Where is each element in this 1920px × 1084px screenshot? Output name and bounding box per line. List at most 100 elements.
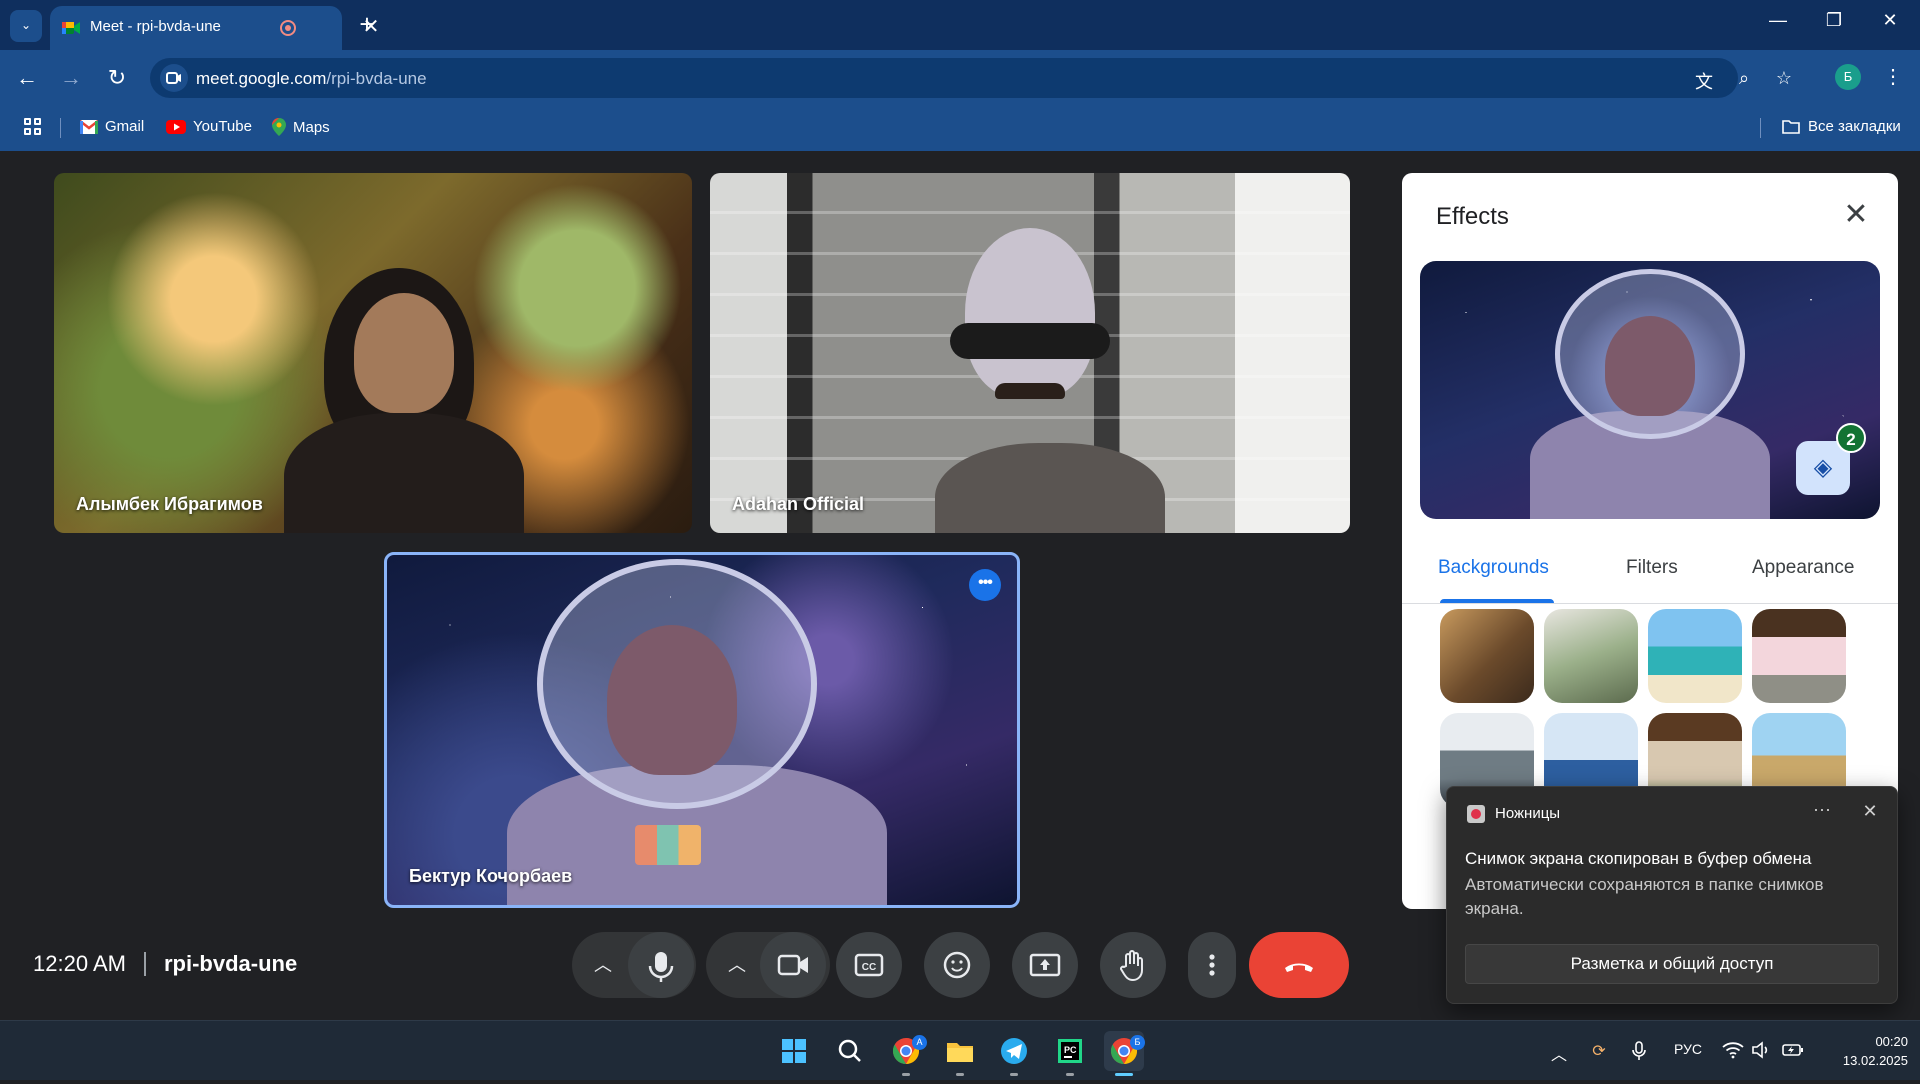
app-running-indicator — [1066, 1073, 1074, 1076]
input-language-indicator[interactable]: РУС — [1668, 1041, 1708, 1057]
more-options-button[interactable] — [1188, 932, 1236, 998]
background-thumbnail[interactable] — [1752, 609, 1846, 703]
end-call-icon — [1285, 963, 1313, 972]
suit-panel — [635, 825, 701, 865]
new-tab-button[interactable]: + — [352, 10, 382, 38]
present-screen-button[interactable] — [1012, 932, 1078, 998]
gmail-icon — [80, 119, 98, 134]
taskbar-telegram[interactable] — [994, 1031, 1034, 1071]
taskbar-file-explorer[interactable] — [940, 1031, 980, 1071]
bookmark-gmail[interactable]: Gmail — [80, 118, 144, 135]
meet-favicon-icon — [62, 22, 80, 34]
back-button[interactable]: ← — [12, 64, 42, 94]
bookmark-youtube[interactable]: YouTube — [166, 118, 252, 135]
bookmark-star-icon[interactable]: ☆ — [1772, 68, 1796, 89]
windows-taskbar: A PC Б ︿ ⟳ РУС 00:20 13.02.2025 — [0, 1020, 1920, 1080]
url-text: meet.google.com/rpi-bvda-une — [196, 69, 427, 89]
layers-count-badge: 2 — [1836, 423, 1866, 453]
chrome-profile-badge: A — [912, 1035, 927, 1050]
zoom-icon[interactable]: ⌕ — [1732, 68, 1756, 89]
battery-icon[interactable] — [1780, 1041, 1806, 1064]
tab-title: Meet - rpi-bvda-une — [90, 18, 221, 35]
tile-more-options-button[interactable]: ••• — [969, 569, 1001, 601]
notification-close-button[interactable]: ✕ — [1859, 801, 1881, 822]
app-running-indicator — [1010, 1073, 1018, 1076]
volume-icon[interactable] — [1750, 1041, 1772, 1064]
leave-call-button[interactable] — [1249, 932, 1349, 998]
meeting-info-divider — [143, 952, 146, 976]
taskbar-pycharm[interactable]: PC — [1050, 1031, 1090, 1071]
notification-heading: Снимок экрана скопирован в буфер обмена — [1465, 849, 1812, 868]
taskbar-chrome-profile-a[interactable]: A — [886, 1031, 927, 1071]
microphone-button[interactable] — [628, 932, 694, 998]
bookmark-maps[interactable]: Maps — [272, 118, 330, 136]
background-thumbnail[interactable] — [1544, 609, 1638, 703]
tab-backgrounds[interactable]: Backgrounds — [1438, 557, 1549, 579]
profile-avatar[interactable]: Б — [1835, 64, 1861, 90]
more-options-icon — [1209, 954, 1215, 976]
participant-name: Бектур Кочорбаев — [409, 866, 573, 886]
tab-filters[interactable]: Filters — [1626, 557, 1678, 579]
captions-button[interactable]: CC — [836, 932, 902, 998]
background-thumbnail[interactable] — [1440, 609, 1534, 703]
site-info-icon[interactable] — [160, 64, 188, 92]
wifi-icon[interactable] — [1720, 1041, 1746, 1064]
captions-icon: CC — [854, 953, 884, 977]
search-icon — [838, 1039, 861, 1062]
background-thumbnail[interactable] — [1648, 609, 1742, 703]
audio-options-chevron-icon[interactable]: ︿ — [588, 950, 618, 980]
svg-text:PC: PC — [1064, 1045, 1077, 1055]
meeting-code[interactable]: rpi-bvda-une — [164, 951, 297, 977]
chrome-profile-badge: Б — [1130, 1035, 1145, 1050]
minimize-button[interactable]: — — [1758, 10, 1798, 31]
video-options-chevron-icon[interactable]: ︿ — [722, 950, 752, 980]
participant-body — [284, 413, 524, 533]
meeting-info: 12:20 AM rpi-bvda-une — [33, 951, 297, 977]
raise-hand-button[interactable] — [1100, 932, 1166, 998]
all-bookmarks-button[interactable]: Все закладки — [1782, 118, 1901, 135]
participant-tile[interactable]: Adahan Official — [710, 173, 1350, 533]
address-bar[interactable]: meet.google.com/rpi-bvda-une 文 ⌕ ☆ — [150, 58, 1792, 98]
close-effects-button[interactable]: ✕ — [1836, 195, 1876, 235]
bookmarks-divider — [60, 118, 61, 138]
search-button[interactable] — [830, 1031, 870, 1071]
bookmark-label: Maps — [293, 118, 330, 136]
browser-tab-meet[interactable]: Meet - rpi-bvda-une ✕ — [50, 6, 379, 50]
reactions-button[interactable] — [924, 932, 990, 998]
telegram-icon — [1001, 1038, 1027, 1064]
window-close-button[interactable]: ✕ — [1870, 10, 1910, 31]
raise-hand-icon — [1120, 950, 1143, 982]
mic-icon — [648, 952, 674, 982]
youtube-icon — [166, 119, 186, 134]
tabs-divider — [1402, 603, 1898, 604]
translate-icon[interactable]: 文 — [1692, 68, 1716, 94]
camera-button[interactable] — [760, 932, 826, 998]
participant-body — [935, 443, 1165, 533]
forward-button[interactable]: → — [56, 64, 86, 94]
browser-menu-icon[interactable]: ⋮ — [1883, 64, 1903, 90]
participant-tile[interactable]: Алымбек Ибрагимов — [54, 173, 692, 533]
sync-icon[interactable]: ⟳ — [1588, 1041, 1610, 1061]
participant-tile-self[interactable]: ••• Бектур Кочорбаев — [384, 552, 1020, 908]
participant-name: Алымбек Ибрагимов — [76, 494, 263, 514]
microphone-tray-icon[interactable] — [1628, 1041, 1650, 1066]
reload-button[interactable]: ↻ — [102, 64, 132, 94]
apps-grid-icon[interactable] — [24, 118, 42, 136]
taskbar-chrome-profile-b[interactable]: Б — [1104, 1031, 1145, 1071]
notification-body: Автоматически сохраняются в папке снимко… — [1465, 875, 1824, 918]
effects-preview: ◈ 2 — [1420, 261, 1880, 519]
recording-indicator-icon — [280, 20, 296, 36]
show-hidden-icons-chevron-icon[interactable]: ︿ — [1548, 1041, 1570, 1065]
restore-button[interactable]: ❐ — [1814, 10, 1854, 31]
pycharm-icon: PC — [1058, 1039, 1082, 1063]
notification-more-button[interactable]: ··· — [1807, 799, 1837, 820]
app-running-indicator — [902, 1073, 910, 1076]
sunglasses-filter — [950, 323, 1110, 359]
markup-and-share-button[interactable]: Разметка и общий доступ — [1465, 944, 1879, 984]
tab-appearance[interactable]: Appearance — [1752, 557, 1854, 579]
start-button[interactable] — [774, 1031, 814, 1071]
system-clock[interactable]: 00:20 13.02.2025 — [1818, 1032, 1908, 1070]
tab-search-button[interactable]: ⌄ — [10, 10, 42, 42]
emoji-icon — [943, 951, 971, 979]
bookmark-label: YouTube — [193, 118, 252, 135]
